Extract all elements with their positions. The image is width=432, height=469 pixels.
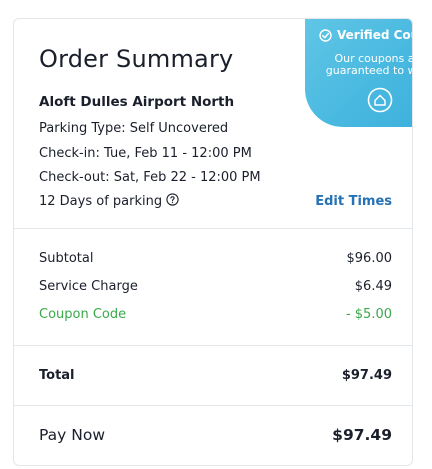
service-charge-value: $6.49	[354, 279, 392, 294]
coupon-code-row: Coupon Code - $5.00	[39, 307, 392, 322]
verified-coupon-badge: Verified Coupon Our coupons are guarante…	[305, 19, 412, 127]
total-value: $97.49	[341, 368, 392, 383]
divider	[14, 405, 412, 406]
coupon-code-label: Coupon Code	[39, 307, 127, 322]
check-out-time: Check-out: Sat, Feb 22 - 12:00 PM	[39, 170, 261, 185]
pay-now-label: Pay Now	[39, 426, 106, 444]
total-label: Total	[39, 368, 75, 383]
edit-times-link[interactable]: Edit Times	[315, 194, 392, 209]
service-charge-row: Service Charge $6.49	[39, 279, 392, 294]
badge-title: Verified Coupon	[337, 28, 412, 42]
parking-duration-label: 12 Days of parking	[39, 194, 163, 209]
subtotal-row: Subtotal $96.00	[39, 251, 392, 266]
check-circle-icon	[319, 28, 332, 42]
parking-duration: 12 Days of parking	[39, 193, 179, 210]
pay-now-value: $97.49	[332, 426, 392, 444]
order-summary-card: Verified Coupon Our coupons are guarante…	[13, 18, 413, 466]
total-row: Total $97.49	[39, 368, 392, 383]
badge-subtitle-line-2: guaranteed to work	[325, 64, 412, 77]
parking-lot-name: Aloft Dulles Airport North	[39, 94, 235, 110]
subtotal-value: $96.00	[346, 251, 393, 266]
page-title: Order Summary	[39, 45, 234, 73]
coupon-code-value: - $5.00	[345, 307, 392, 322]
subtotal-label: Subtotal	[39, 251, 94, 266]
service-charge-label: Service Charge	[39, 279, 138, 294]
divider	[14, 228, 412, 229]
question-circle-icon[interactable]	[166, 193, 179, 210]
pay-now-row: Pay Now $97.49	[39, 426, 392, 444]
verified-seal-icon	[367, 87, 393, 117]
divider	[14, 345, 412, 346]
parking-type: Parking Type: Self Uncovered	[39, 121, 229, 136]
check-in-time: Check-in: Tue, Feb 11 - 12:00 PM	[39, 146, 252, 161]
